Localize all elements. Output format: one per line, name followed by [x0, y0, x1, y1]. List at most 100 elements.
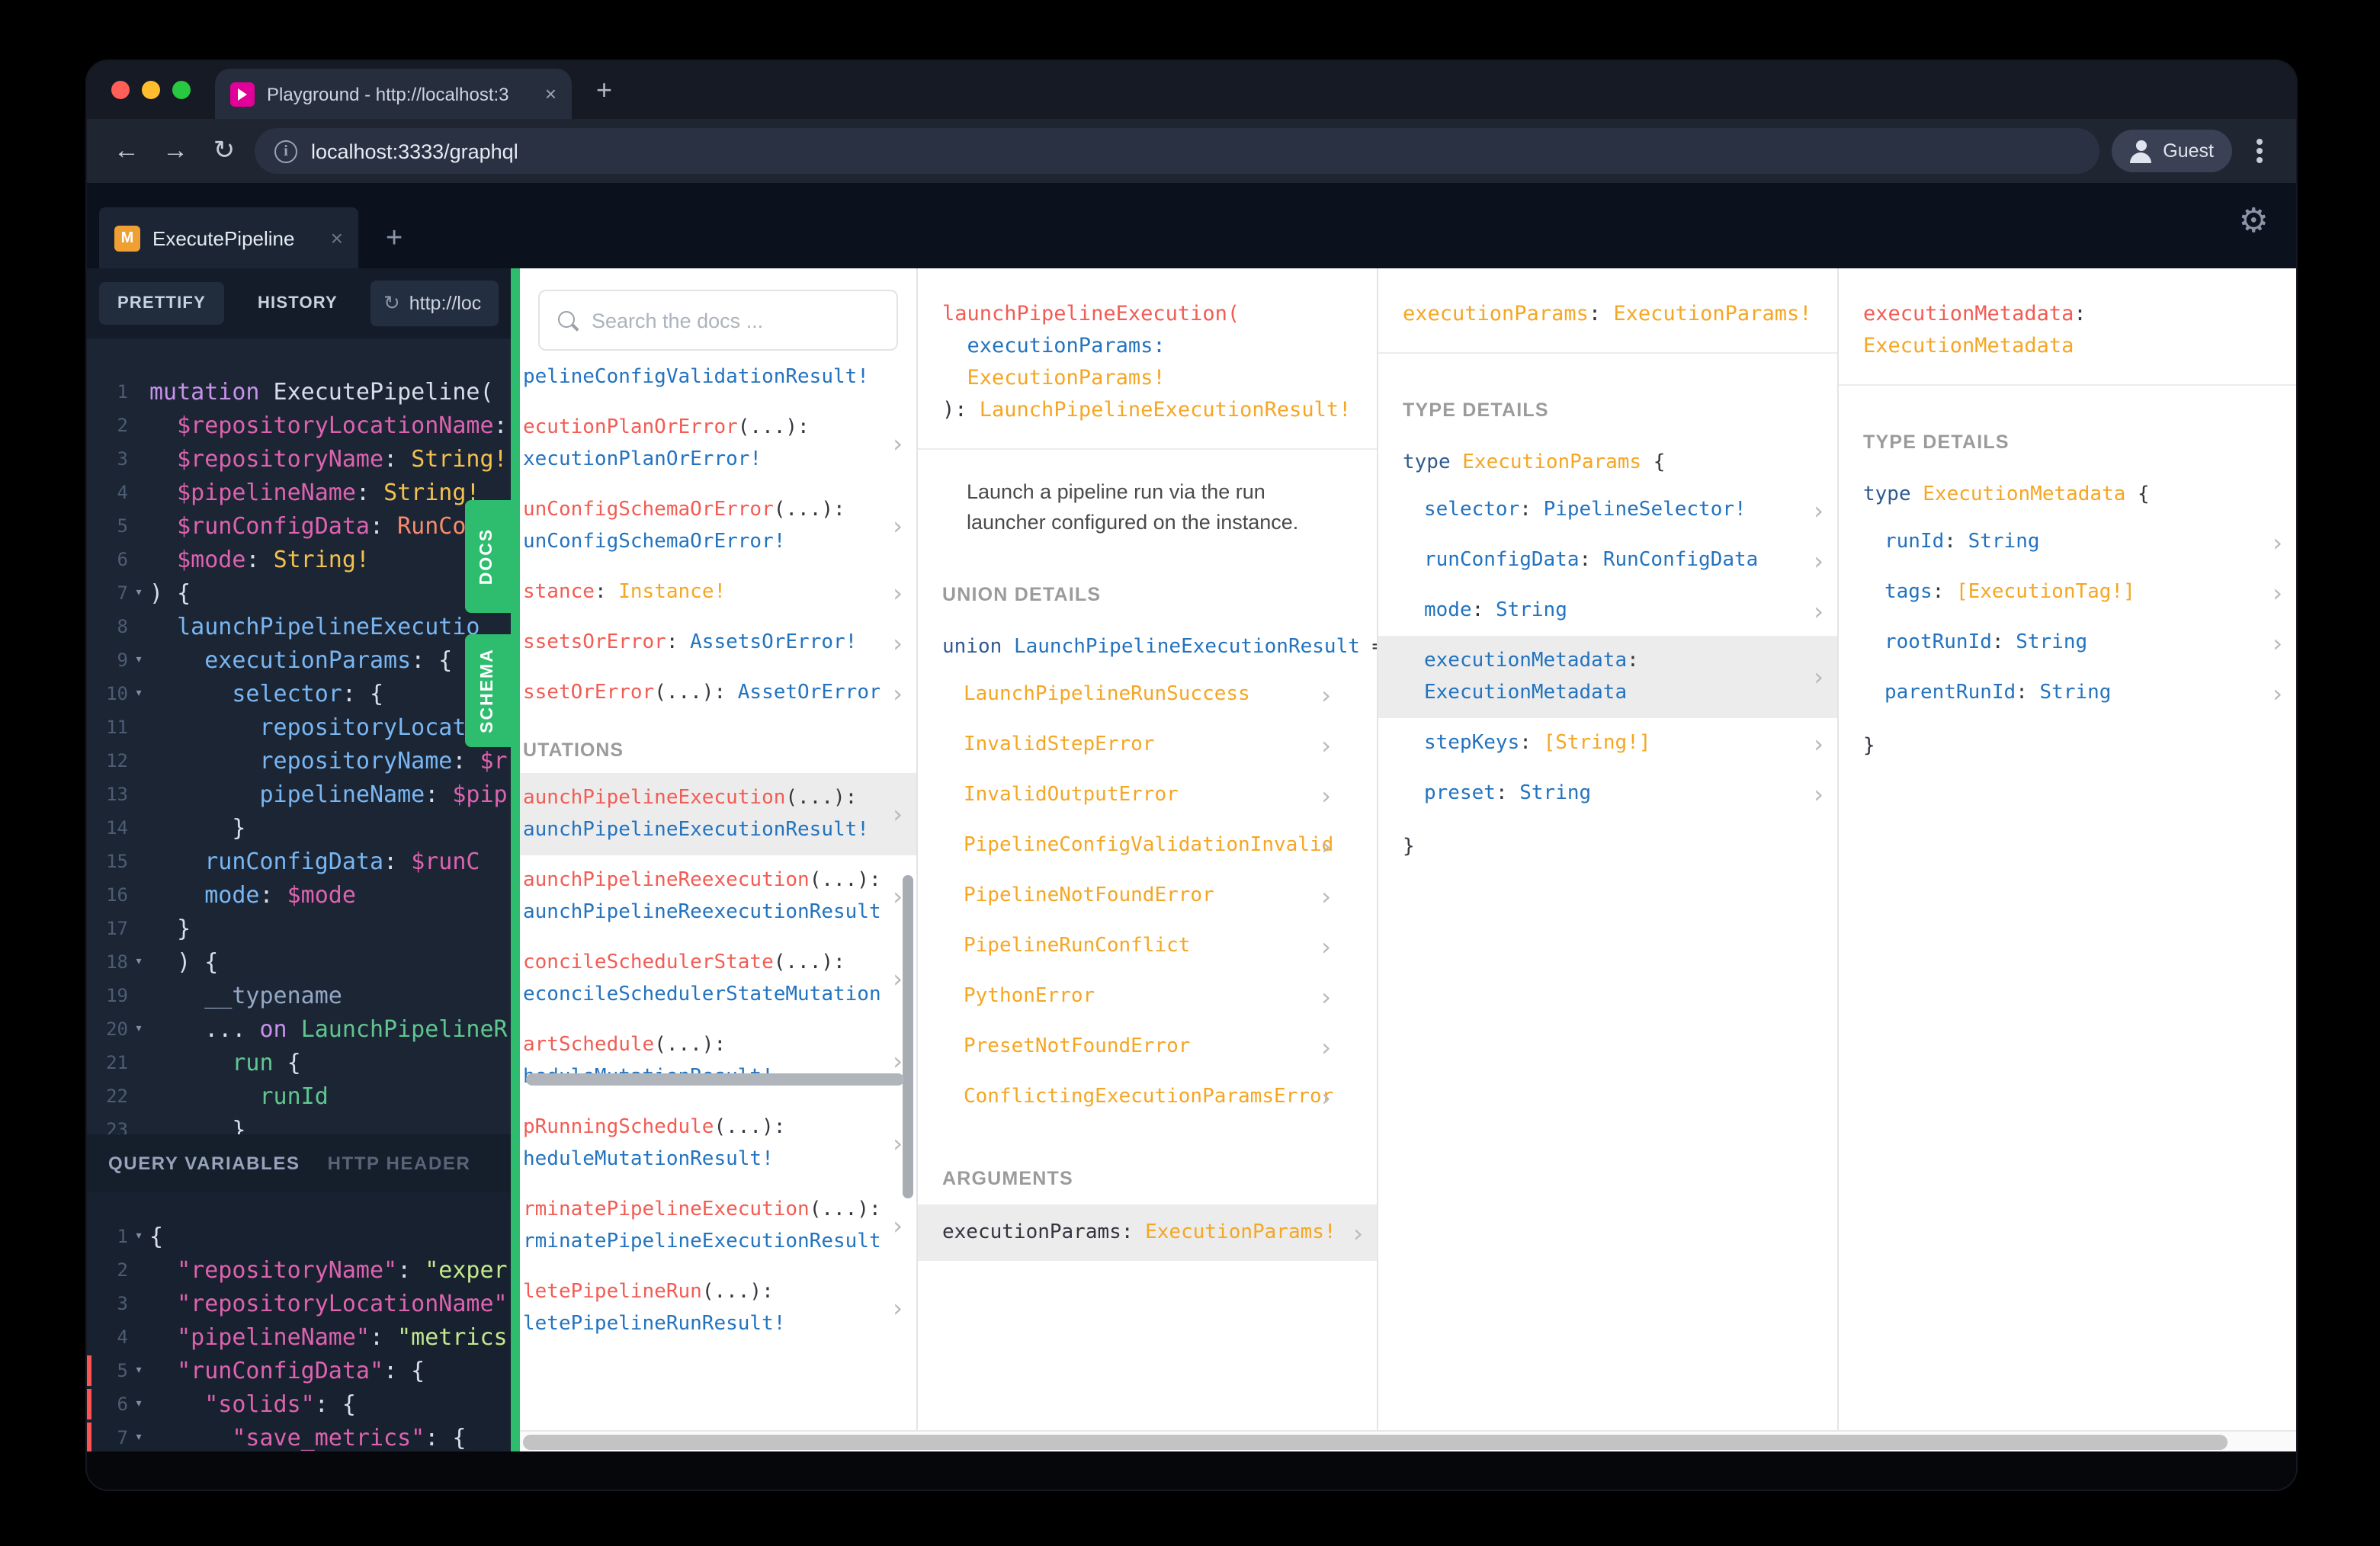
code-line[interactable]: 7 ▾) {	[87, 576, 511, 610]
type-field[interactable]: rootRunId: String ›	[1839, 617, 2296, 668]
prettify-button[interactable]: PRETTIFY	[99, 282, 224, 325]
code-line[interactable]: 4 "pipelineName": "metrics	[87, 1320, 511, 1354]
union-member[interactable]: ConflictingExecutionParamsError ›	[918, 1072, 1377, 1122]
union-member[interactable]: InvalidOutputError ›	[918, 770, 1377, 820]
query-editor[interactable]: 1 mutation ExecutePipeline(2 $repositoryL…	[87, 338, 511, 1134]
type-field[interactable]: parentRunId: String ›	[1839, 668, 2296, 718]
tab-query-variables[interactable]: QUERY VARIABLES	[108, 1153, 300, 1174]
code-line[interactable]: 10 ▾ selector: {	[87, 677, 511, 710]
schema-side-tab[interactable]: SCHEMA	[465, 634, 511, 747]
code-line[interactable]: 2 $repositoryLocationName:	[87, 409, 511, 442]
doc-item[interactable]: pRunningSchedule(...): heduleMutationResu…	[520, 1102, 916, 1185]
code-line[interactable]: 3 "repositoryLocationName"	[87, 1287, 511, 1320]
union-member[interactable]: PresetNotFoundError ›	[918, 1022, 1377, 1072]
doc-item[interactable]: aunchPipelineReexecution(...): aunchPipel…	[520, 855, 916, 938]
docs-horizontal-scrollbar-thumb[interactable]	[523, 1435, 2228, 1450]
type-field[interactable]: tags: [ExecutionTag!] ›	[1839, 567, 2296, 617]
browser-tab[interactable]: Playground - http://localhost:3 ×	[215, 69, 572, 119]
docs-search-box[interactable]	[538, 290, 898, 351]
minimize-window-button[interactable]	[142, 81, 160, 99]
code-line[interactable]: 23 }	[87, 1113, 511, 1134]
type-field[interactable]: mode: String ›	[1378, 585, 1837, 636]
session-close-icon[interactable]: ×	[331, 226, 343, 250]
code-line[interactable]: 6 $mode: String!	[87, 543, 511, 576]
url-bar[interactable]: i localhost:3333/graphql	[255, 128, 2099, 174]
code-line[interactable]: 7 ▾ "save_metrics": {	[87, 1421, 511, 1451]
code-line[interactable]: 12 repositoryName: $r	[87, 744, 511, 778]
type-field[interactable]: preset: String ›	[1378, 768, 1837, 819]
tab-http-headers[interactable]: HTTP HEADER	[328, 1153, 471, 1174]
docs-side-tab[interactable]: DOCS	[465, 500, 511, 613]
maximize-window-button[interactable]	[172, 81, 191, 99]
union-member[interactable]: PipelineNotFoundError ›	[918, 871, 1377, 921]
code-line[interactable]: 15 runConfigData: $runC	[87, 845, 511, 878]
argument-row[interactable]: executionParams: ExecutionParams! ›	[918, 1204, 1377, 1261]
fold-caret-icon[interactable]: ▾	[128, 576, 149, 610]
union-member[interactable]: PythonError ›	[918, 971, 1377, 1022]
code-line[interactable]: 20 ▾ ... on LaunchPipelineR	[87, 1012, 511, 1046]
fold-caret-icon[interactable]: ▾	[128, 945, 149, 979]
doc-item[interactable]: concileSchedulerState(...): econcileSched…	[520, 938, 916, 1020]
fold-caret-icon[interactable]: ▾	[128, 1387, 149, 1421]
code-line[interactable]: 6 ▾ "solids": {	[87, 1387, 511, 1421]
new-session-button[interactable]: +	[386, 223, 403, 256]
fold-caret-icon[interactable]: ▾	[128, 1220, 149, 1253]
session-tab[interactable]: M ExecutePipeline ×	[99, 207, 358, 268]
doc-item[interactable]: ecutionPlanOrError(...): xecutionPlanOrEr…	[520, 403, 916, 485]
tab-close-icon[interactable]: ×	[545, 82, 557, 105]
settings-gear-icon[interactable]: ⚙	[2239, 204, 2269, 238]
code-line[interactable]: 4 $pipelineName: String!	[87, 476, 511, 509]
close-window-button[interactable]	[111, 81, 130, 99]
doc-item[interactable]: letePipelineRun(...): letePipelineRunResu…	[520, 1267, 916, 1349]
code-line[interactable]: 8 launchPipelineExecutio	[87, 610, 511, 643]
search-input[interactable]	[592, 309, 878, 332]
forward-icon[interactable]: →	[157, 136, 194, 166]
type-field[interactable]: stepKeys: [String!] ›	[1378, 718, 1837, 768]
doc-item[interactable]: aunchPipelineExecution(...): aunchPipelin…	[520, 773, 916, 855]
reload-icon[interactable]: ↻	[206, 136, 242, 166]
fold-caret-icon[interactable]: ▾	[128, 1354, 149, 1387]
doc-item[interactable]: rminatePipelineExecution(...): rminatePip…	[520, 1185, 916, 1267]
code-line[interactable]: 16 mode: $mode	[87, 878, 511, 912]
doc-item[interactable]: unConfigSchemaOrError(...): unConfigSchem…	[520, 485, 916, 567]
code-line[interactable]: 22 runId	[87, 1079, 511, 1113]
doc-item[interactable]: ssetsOrError: AssetsOrError! ›	[520, 617, 916, 668]
code-line[interactable]: 14 }	[87, 811, 511, 845]
variables-editor[interactable]: 1 ▾{2 "repositoryName": "exper 3 "reposito…	[87, 1192, 511, 1451]
code-line[interactable]: 18 ▾ ) {	[87, 945, 511, 979]
code-line[interactable]: 21 run {	[87, 1046, 511, 1079]
code-line[interactable]: 13 pipelineName: $pip	[87, 778, 511, 811]
profile-chip[interactable]: Guest	[2111, 130, 2232, 172]
code-line[interactable]: 19 __typename	[87, 979, 511, 1012]
endpoint-input[interactable]: ↻ http://loc	[370, 281, 499, 326]
type-field[interactable]: runConfigData: RunConfigData ›	[1378, 535, 1837, 585]
union-member[interactable]: InvalidStepError ›	[918, 720, 1377, 770]
fold-caret-icon[interactable]: ▾	[128, 1421, 149, 1451]
code-line[interactable]: 2 "repositoryName": "exper	[87, 1253, 511, 1287]
union-member[interactable]: LaunchPipelineRunSuccess ›	[918, 669, 1377, 720]
fold-caret-icon[interactable]: ▾	[128, 643, 149, 677]
code-line[interactable]: 1 mutation ExecutePipeline(	[87, 375, 511, 409]
fold-caret-icon[interactable]: ▾	[128, 677, 149, 710]
doc-item[interactable]: artSchedule(...):heduleMutationResult!›	[520, 1020, 916, 1102]
fold-caret-icon[interactable]: ▾	[128, 1012, 149, 1046]
union-member[interactable]: PipelineConfigValidationInvalid ›	[918, 820, 1377, 871]
code-line[interactable]: 17 }	[87, 912, 511, 945]
new-tab-button[interactable]: +	[596, 74, 612, 106]
horizontal-scrollbar-thumb[interactable]	[526, 1073, 904, 1086]
code-line[interactable]: 1 ▾{	[87, 1220, 511, 1253]
code-line[interactable]: 11 repositoryLocat	[87, 710, 511, 744]
doc-item-partial[interactable]: pelineConfigValidationResult!	[520, 366, 916, 403]
code-line[interactable]: 5 $runConfigData: RunCo	[87, 509, 511, 543]
code-line[interactable]: 5 ▾ "runConfigData": {	[87, 1354, 511, 1387]
type-field[interactable]: runId: String ›	[1839, 517, 2296, 567]
docs-horizontal-scrollbar[interactable]	[520, 1430, 2296, 1451]
type-field[interactable]: selector: PipelineSelector! ›	[1378, 485, 1837, 535]
code-line[interactable]: 9 ▾ executionParams: {	[87, 643, 511, 677]
menu-dots-icon[interactable]	[2257, 148, 2263, 154]
type-field[interactable]: executionMetadata: ExecutionMetadata ›	[1378, 636, 1837, 718]
vertical-scrollbar-thumb[interactable]	[903, 875, 913, 1198]
code-line[interactable]: 3 $repositoryName: String!	[87, 442, 511, 476]
union-member[interactable]: PipelineRunConflict ›	[918, 921, 1377, 971]
back-icon[interactable]: ←	[108, 136, 145, 166]
